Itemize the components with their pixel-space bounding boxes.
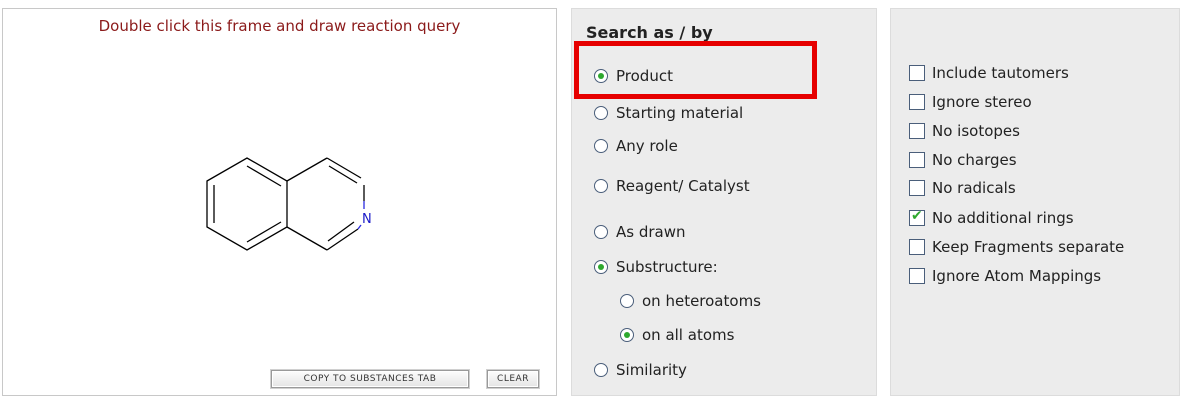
checkbox-label: Include tautomers: [932, 64, 1069, 82]
radio-as-drawn[interactable]: As drawn: [594, 223, 686, 241]
radio-label: Starting material: [616, 104, 744, 122]
checkbox-label: No radicals: [932, 179, 1016, 197]
radio-substructure[interactable]: Substructure:: [594, 258, 718, 276]
radio-label: Reagent/ Catalyst: [616, 177, 750, 195]
checkbox-no-additional-rings[interactable]: No additional rings: [909, 208, 1074, 227]
radio-label: As drawn: [616, 223, 686, 241]
radio-starting-material[interactable]: Starting material: [594, 104, 743, 122]
checkbox-label: Ignore stereo: [932, 93, 1032, 111]
radio-on-all-atoms[interactable]: on all atoms: [620, 326, 734, 344]
clear-button[interactable]: CLEAR: [487, 370, 539, 388]
radio-label: Similarity: [616, 361, 687, 379]
radio-label: Product: [616, 67, 673, 85]
isoquinoline-structure: N: [206, 157, 371, 251]
checkbox-ignore-stereo[interactable]: Ignore stereo: [909, 93, 1032, 111]
checkbox-checked[interactable]: [909, 208, 925, 226]
checkbox[interactable]: [909, 123, 925, 139]
checkbox[interactable]: [909, 239, 925, 255]
nitrogen-atom-label: N: [362, 212, 371, 227]
radio-button[interactable]: [594, 106, 608, 120]
search-as-by-heading: Search as / by: [586, 23, 713, 42]
radio-any-role[interactable]: Any role: [594, 137, 678, 155]
checkbox[interactable]: [909, 180, 925, 196]
radio-button[interactable]: [594, 363, 608, 377]
checkbox-no-isotopes[interactable]: No isotopes: [909, 122, 1020, 140]
radio-button-checked[interactable]: [594, 260, 608, 274]
checkbox-label: Ignore Atom Mappings: [932, 267, 1102, 285]
checkbox-label: No charges: [932, 151, 1017, 169]
checkbox-no-charges[interactable]: No charges: [909, 151, 1017, 169]
checkbox-include-tautomers[interactable]: Include tautomers: [909, 64, 1069, 82]
checkbox[interactable]: [909, 268, 925, 284]
checkbox-no-radicals[interactable]: No radicals: [909, 179, 1016, 197]
radio-button[interactable]: [594, 139, 608, 153]
checkbox[interactable]: [909, 152, 925, 168]
checkbox-label: No isotopes: [932, 122, 1020, 140]
frame-hint-text: Double click this frame and draw reactio…: [98, 17, 461, 35]
radio-button-checked[interactable]: [620, 328, 634, 342]
benzene-ring: [206, 157, 288, 251]
checkbox-label: Keep Fragments separate: [932, 238, 1125, 256]
radio-label: Any role: [616, 137, 678, 155]
checkbox-label: No additional rings: [932, 209, 1074, 227]
search-as-by-panel: Search as / by Product Starting material…: [571, 8, 877, 396]
radio-button[interactable]: [594, 179, 608, 193]
checkbox[interactable]: [909, 65, 925, 81]
checkbox[interactable]: [909, 94, 925, 110]
radio-button[interactable]: [620, 294, 634, 308]
radio-reagent-catalyst[interactable]: Reagent/ Catalyst: [594, 177, 750, 195]
radio-similarity[interactable]: Similarity: [594, 361, 687, 379]
checkbox-keep-fragments-separate[interactable]: Keep Fragments separate: [909, 238, 1124, 256]
radio-label: on all atoms: [642, 326, 735, 344]
radio-button-checked[interactable]: [594, 69, 608, 83]
search-options-panel: Include tautomers Ignore stereo No isoto…: [890, 8, 1180, 396]
radio-button[interactable]: [594, 225, 608, 239]
structure-drawing-frame[interactable]: Double click this frame and draw reactio…: [2, 8, 557, 396]
radio-label: Substructure:: [616, 258, 718, 276]
copy-to-substances-tab-button[interactable]: COPY TO SUBSTANCES TAB: [271, 370, 469, 388]
radio-label: on heteroatoms: [642, 292, 761, 310]
radio-product[interactable]: Product: [594, 67, 673, 85]
radio-on-heteroatoms[interactable]: on heteroatoms: [620, 292, 761, 310]
checkbox-ignore-atom-mappings[interactable]: Ignore Atom Mappings: [909, 267, 1101, 285]
